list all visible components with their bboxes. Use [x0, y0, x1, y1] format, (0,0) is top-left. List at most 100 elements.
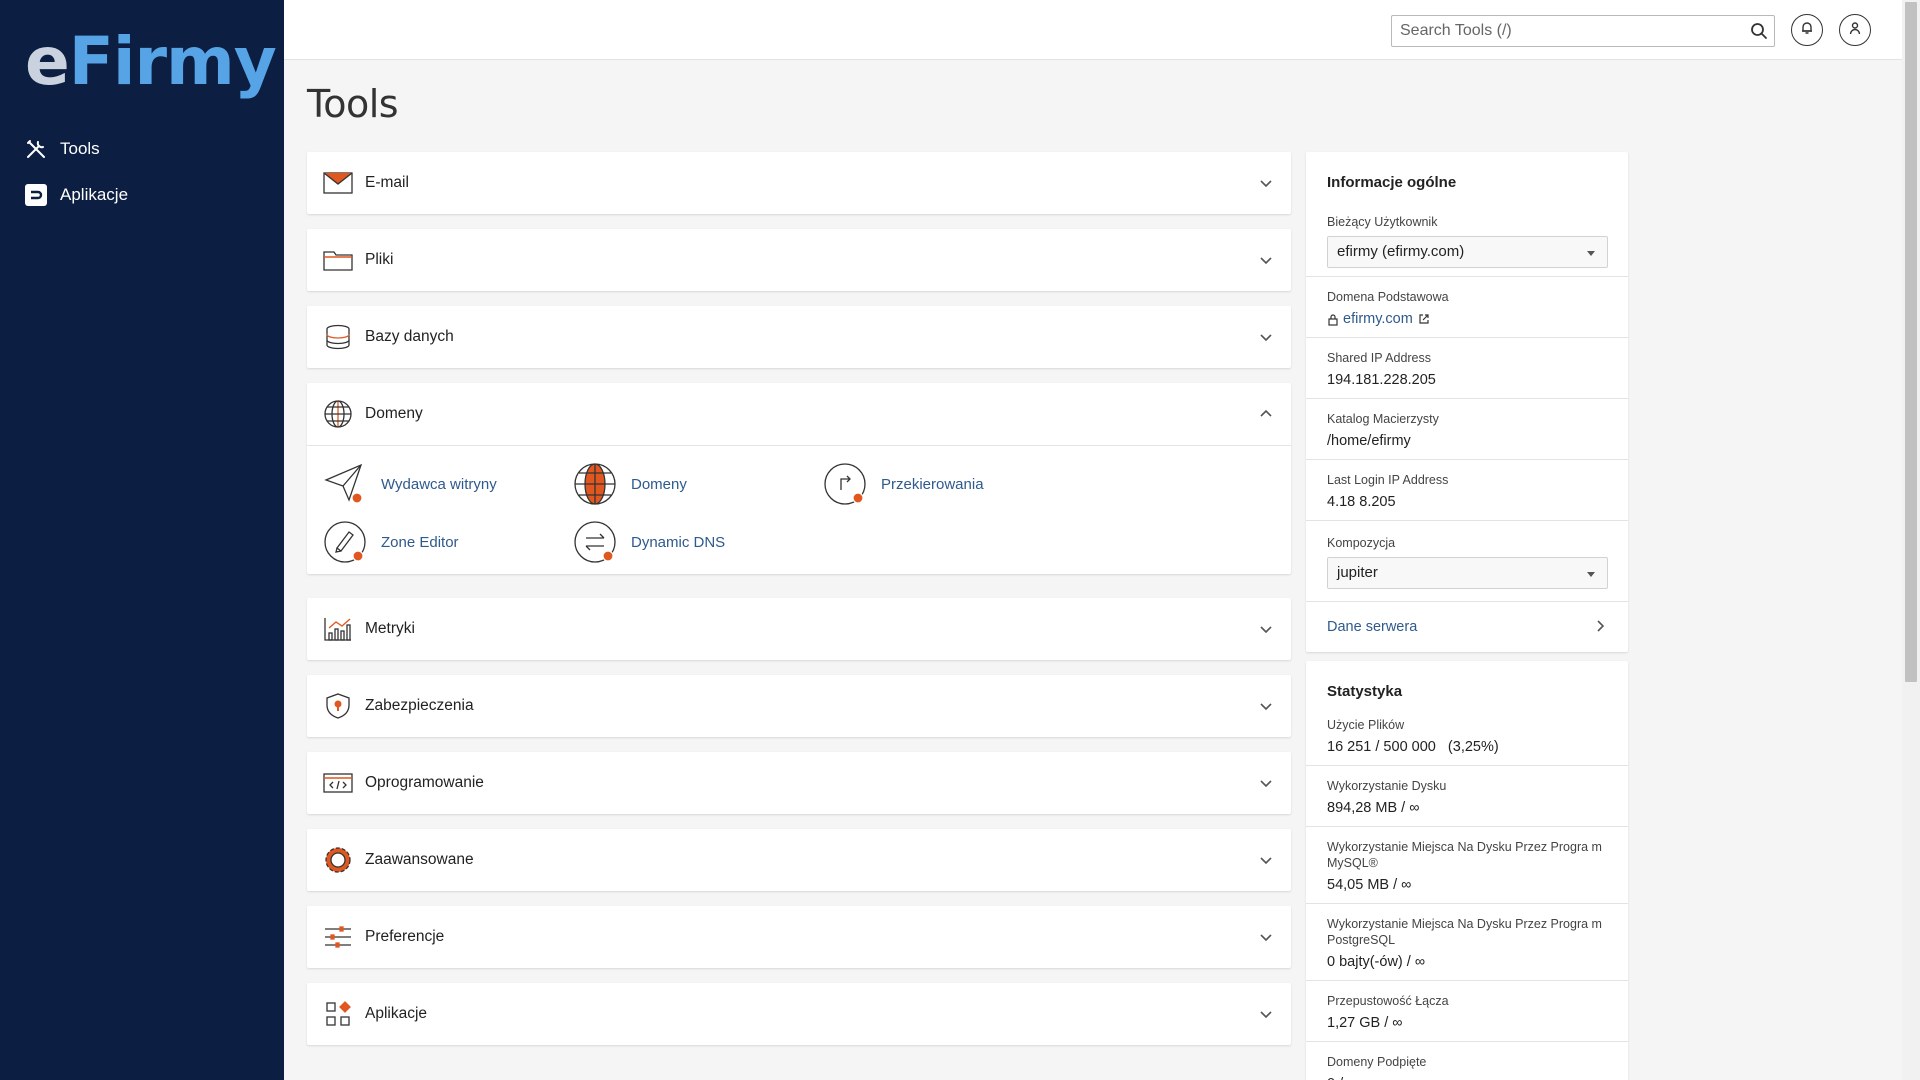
stat-row: Wykorzystanie Dysku 894,28 MB / ∞ [1306, 766, 1628, 827]
stat-value: 1,27 GB / ∞ [1327, 1015, 1403, 1031]
stat-label: Wykorzystanie Miejsca Na Dysku Przez Pro… [1327, 917, 1602, 947]
primary-domain-row: Domena Podstawowa efirmy.com [1306, 277, 1628, 338]
general-info-title: Informacje ogólne [1327, 174, 1457, 191]
section-title: Aplikacje [365, 1005, 428, 1022]
notifications-button[interactable] [1791, 14, 1823, 46]
section-domeny: Domeny Wydawca witryny Domeny Przekierow… [307, 383, 1291, 574]
metrics-icon [323, 614, 353, 644]
scrollbar-thumb[interactable] [1905, 2, 1917, 682]
brand-logo[interactable]: eFirmy [25, 22, 277, 102]
section-header-email[interactable]: E-mail [307, 152, 1291, 214]
section-zaawansowane: Zaawansowane [307, 829, 1291, 891]
stat-row: Wykorzystanie Miejsca Na Dysku Przez Pro… [1306, 904, 1628, 981]
stat-row: Użycie Plików 16 251 / 500 000 (3,25%) [1306, 717, 1628, 766]
statistics-panel: Statystyka Użycie Plików 16 251 / 500 00… [1306, 661, 1628, 1080]
section-header-zaawansowane[interactable]: Zaawansowane [307, 829, 1291, 891]
section-title: Zaawansowane [365, 851, 474, 868]
sidebar-item-tools[interactable]: Tools [0, 126, 284, 172]
section-header-domeny[interactable]: Domeny [307, 383, 1291, 445]
search-box [1391, 15, 1775, 47]
database-icon [323, 322, 353, 352]
section-title: Preferencje [365, 928, 445, 945]
shared-ip-value: 194.181.228.205 [1327, 372, 1436, 388]
section-email: E-mail [307, 152, 1291, 214]
home-dir-value: /home/efirmy [1327, 433, 1411, 449]
site-publisher-icon [323, 462, 367, 506]
last-login-value: 4.18 8.205 [1327, 494, 1396, 510]
tool-label: Dynamic DNS [631, 533, 726, 551]
user-menu-button[interactable] [1839, 14, 1871, 46]
stat-label: Wykorzystanie Dysku [1327, 779, 1447, 793]
stat-value: 16 251 / 500 000 (3,25%) [1327, 739, 1499, 755]
sidebar-item-label: Tools [60, 139, 100, 158]
section-header-oprogramowanie[interactable]: Oprogramowanie [307, 752, 1291, 814]
tool-zone-editor[interactable]: Zone Editor [323, 520, 573, 564]
sidebar-nav: Tools Aplikacje [0, 126, 284, 218]
section-title: E-mail [365, 174, 409, 191]
stat-label: Użycie Plików [1327, 718, 1405, 732]
chevron-up-icon [1257, 405, 1275, 423]
dynamic-dns-icon [573, 520, 617, 564]
theme-value: jupiter [1337, 564, 1378, 581]
section-title: Bazy danych [365, 328, 454, 345]
top-bar [284, 0, 1902, 60]
section-title: Pliki [365, 251, 394, 268]
section-header-bazy-danych[interactable]: Bazy danych [307, 306, 1291, 368]
chevron-down-icon [1257, 697, 1275, 715]
section-metryki: Metryki [307, 598, 1291, 660]
chevron-right-icon [1592, 618, 1608, 634]
external-link-icon[interactable] [1418, 313, 1430, 325]
primary-domain-label: Domena Podstawowa [1327, 290, 1449, 304]
tool-wydawca-witryny[interactable]: Wydawca witryny [323, 462, 573, 506]
current-user-select[interactable]: efirmy (efirmy.com) [1327, 236, 1608, 268]
tool-label: Domeny [631, 475, 687, 493]
chevron-down-icon [1257, 851, 1275, 869]
globe-icon [323, 399, 353, 429]
theme-label: Kompozycja [1327, 536, 1396, 550]
search-icon[interactable] [1750, 22, 1768, 40]
section-header-zabezpieczenia[interactable]: Zabezpieczenia [307, 675, 1291, 737]
section-header-aplikacje[interactable]: Aplikacje [307, 983, 1291, 1045]
lock-icon [1327, 313, 1339, 326]
tool-domeny[interactable]: Domeny [573, 462, 823, 506]
preferences-sliders-icon [323, 922, 353, 952]
stat-label: Przepustowość Łącza [1327, 994, 1449, 1008]
section-header-pliki[interactable]: Pliki [307, 229, 1291, 291]
section-title: Oprogramowanie [365, 774, 484, 791]
domains-globe-icon [573, 462, 617, 506]
primary-domain-link[interactable]: efirmy.com [1343, 311, 1413, 327]
last-login-label: Last Login IP Address [1327, 473, 1449, 487]
section-title: Zabezpieczenia [365, 697, 474, 714]
theme-select[interactable]: jupiter [1327, 557, 1608, 589]
user-icon [1848, 21, 1862, 40]
shared-ip-label: Shared IP Address [1327, 351, 1432, 365]
stat-row: Domeny Podpięte 0 / ∞ [1306, 1042, 1628, 1080]
stat-label: Wykorzystanie Miejsca Na Dysku Przez Pro… [1327, 840, 1602, 870]
section-header-metryki[interactable]: Metryki [307, 598, 1291, 660]
search-input[interactable] [1392, 16, 1732, 46]
tool-dynamic-dns[interactable]: Dynamic DNS [573, 520, 823, 564]
current-user-value: efirmy (efirmy.com) [1337, 243, 1465, 260]
stat-row: Wykorzystanie Miejsca Na Dysku Przez Pro… [1306, 827, 1628, 904]
section-pliki: Pliki [307, 229, 1291, 291]
section-preferencje: Preferencje [307, 906, 1291, 968]
stat-label: Domeny Podpięte [1327, 1055, 1427, 1069]
tool-przekierowania[interactable]: Przekierowania [823, 462, 1073, 506]
sidebar-item-aplikacje[interactable]: Aplikacje [0, 172, 284, 218]
section-oprogramowanie: Oprogramowanie [307, 752, 1291, 814]
scrollbar[interactable] [1902, 0, 1920, 1080]
server-info-link[interactable]: Dane serwera [1306, 602, 1628, 652]
server-info-label: Dane serwera [1327, 619, 1418, 635]
security-shield-icon [323, 691, 353, 721]
tool-label: Przekierowania [881, 475, 984, 493]
general-info-panel: Informacje ogólne Bieżący Użytkownik efi… [1306, 152, 1628, 652]
current-user-row: Bieżący Użytkownik efirmy (efirmy.com) [1306, 214, 1628, 277]
section-bazy-danych: Bazy danych [307, 306, 1291, 368]
primary-domain-value-row: efirmy.com [1327, 305, 1608, 337]
tool-label: Wydawca witryny [381, 475, 497, 493]
stat-value: 0 bajty(-ów) / ∞ [1327, 954, 1426, 970]
shared-ip-row: Shared IP Address 194.181.228.205 [1306, 338, 1628, 399]
sidebar-item-label: Aplikacje [60, 185, 129, 204]
section-header-preferencje[interactable]: Preferencje [307, 906, 1291, 968]
apps-icon [24, 183, 48, 207]
